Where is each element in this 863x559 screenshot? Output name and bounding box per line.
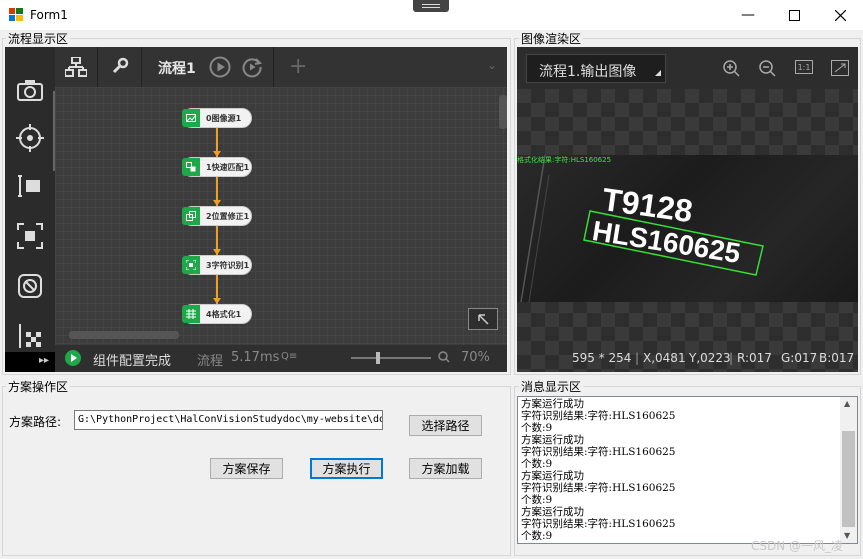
flow-group-label: 流程显示区 (6, 30, 71, 47)
dropdown-corner-icon (655, 70, 661, 76)
message-line: 方案运行成功 (521, 398, 584, 410)
message-line: 方案运行成功 (521, 470, 584, 482)
image-group-label: 图像渲染区 (519, 30, 584, 47)
tool-sidebar: ▸▸ (5, 47, 55, 372)
sidebar-footer: ▸▸ (5, 352, 55, 372)
target-icon[interactable] (13, 121, 47, 155)
node-image-source[interactable]: 0图像源1 (182, 108, 252, 128)
message-lines: 方案运行成功 字符识别结果:字符:HLS160625 个数:9 方案运行成功 字符识别结… (521, 398, 841, 542)
log-icon[interactable]: Q≡ (281, 351, 297, 362)
message-line: 字符识别结果:字符:HLS160625 (521, 482, 676, 494)
message-scrollbar[interactable]: ▲ ▼ (840, 397, 857, 543)
node-format[interactable]: 4格式化1 (182, 304, 252, 324)
image-toolbar: 流程1.输出图像 1:1 (517, 47, 858, 89)
zoom-out-icon[interactable] (759, 60, 777, 81)
wrench-icon[interactable] (111, 57, 129, 78)
flow-panel: ▸▸ 流程1 + ⌄ 0图像源1 1快速匹配1 2位置修正1 3字符识别1 4格… (5, 47, 507, 372)
pixel-g: G:017 (781, 351, 818, 365)
hierarchy-icon[interactable] (64, 56, 88, 80)
maximize-icon (788, 9, 800, 21)
checker-icon[interactable] (13, 319, 47, 353)
add-flow-icon[interactable]: + (289, 54, 307, 79)
node-fast-match[interactable]: 1快速匹配1 (182, 157, 252, 177)
arrow-upleft-icon (478, 314, 489, 325)
image-panel: 流程1.输出图像 1:1 格式化结果:字符:HLS160625 T9128 HL… (517, 47, 858, 372)
pixel-b: B:017 (819, 351, 855, 365)
flow-toolbar: 流程1 + ⌄ (55, 47, 507, 87)
expand-icon[interactable]: ▸▸ (39, 355, 49, 366)
status-flow-label: 流程 (197, 354, 224, 369)
overlay-result-text: 格式化结果:字符:HLS160625 (517, 156, 612, 164)
inspect-icon[interactable] (13, 269, 47, 303)
image-icon (182, 109, 200, 127)
close-button[interactable] (817, 0, 863, 30)
image-canvas[interactable]: 格式化结果:字符:HLS160625 T9128 HLS160625 (517, 89, 858, 372)
format-icon (182, 305, 200, 323)
drag-grip-icon[interactable] (413, 0, 449, 12)
scroll-down-icon[interactable]: ▼ (844, 531, 850, 540)
select-path-button[interactable]: 选择路径 (409, 415, 482, 436)
image-size: 595 * 254 (572, 351, 632, 365)
node-position-correct[interactable]: 2位置修正1 (182, 206, 252, 226)
window-title: Form1 (30, 8, 68, 22)
pixel-r: R:017 (737, 351, 772, 365)
close-icon (834, 9, 846, 21)
save-scheme-button[interactable]: 方案保存 (210, 458, 283, 479)
message-line: 字符识别结果:字符:HLS160625 (521, 410, 676, 422)
match-icon (182, 158, 200, 176)
image-source-select[interactable]: 流程1.输出图像 (526, 54, 666, 83)
play-icon[interactable] (209, 56, 231, 81)
maximize-button[interactable] (771, 0, 817, 30)
zoom-slider-thumb[interactable] (376, 352, 380, 364)
message-line: 方案运行成功 (521, 434, 584, 446)
message-line: 字符识别结果:字符:HLS160625 (521, 446, 676, 458)
canvas-hscrollbar[interactable] (69, 331, 179, 339)
run-status-icon[interactable] (65, 350, 81, 366)
tab-flow1[interactable]: 流程1 (158, 58, 196, 78)
app-icon (9, 8, 23, 21)
image-info-bar: 595 * 254 | X,0481 Y,0223 | R:017 G:017 … (572, 351, 855, 365)
load-scheme-button[interactable]: 方案加载 (409, 458, 482, 479)
message-line: 个数:9 (521, 458, 553, 470)
flow-canvas[interactable]: 0图像源1 1快速匹配1 2位置修正1 3字符识别1 4格式化1 (55, 87, 507, 345)
path-label: 方案路径: (9, 415, 62, 429)
camera-icon[interactable] (13, 73, 47, 107)
zoom-search-icon (438, 351, 450, 366)
minimap-button[interactable] (468, 308, 498, 330)
scroll-up-icon[interactable]: ▲ (844, 399, 850, 408)
status-time: 5.17ms (231, 350, 280, 365)
message-line: 字符识别结果:字符:HLS160625 (521, 518, 676, 530)
ocr-icon (182, 256, 200, 274)
message-log[interactable]: 方案运行成功 字符识别结果:字符:HLS160625 个数:9 方案运行成功 字符识别结… (517, 396, 858, 544)
node-char-recognize[interactable]: 3字符识别1 (182, 255, 252, 275)
loop-run-icon[interactable] (241, 56, 263, 81)
flow-status-bar: 组件配置完成 流程 5.17ms Q≡ 70% (55, 345, 507, 372)
minimize-button[interactable]: — (725, 0, 771, 30)
status-message: 组件配置完成 (93, 354, 172, 369)
title-bar: Form1 — (0, 0, 863, 30)
message-line: 个数:9 (521, 422, 553, 434)
cursor-y: Y,0223 (689, 351, 731, 365)
fit-window-icon[interactable] (831, 60, 849, 79)
correction-icon (182, 207, 200, 225)
message-line: 方案运行成功 (521, 506, 584, 518)
path-input[interactable]: G:\PythonProject\HalConVisionStudydoc\my… (74, 410, 383, 430)
cursor-x: X,0481 (643, 351, 686, 365)
measure-icon[interactable] (13, 169, 47, 203)
scroll-thumb[interactable] (842, 431, 855, 527)
watermark: CSDN @一风_凌 (750, 539, 843, 553)
actual-size-icon[interactable]: 1:1 (795, 60, 813, 74)
region-icon[interactable] (13, 219, 47, 253)
message-line: 个数:9 (521, 494, 553, 506)
chevron-down-icon[interactable]: ⌄ (487, 58, 497, 72)
rendered-image: 格式化结果:字符:HLS160625 T9128 HLS160625 (517, 155, 858, 302)
canvas-vscrollbar[interactable] (499, 95, 507, 129)
zoom-value: 70% (461, 350, 490, 365)
scheme-group-label: 方案操作区 (6, 378, 71, 395)
run-scheme-button[interactable]: 方案执行 (310, 458, 383, 479)
message-group-label: 消息显示区 (519, 378, 584, 395)
zoom-slider[interactable] (351, 357, 431, 359)
zoom-in-icon[interactable] (723, 60, 741, 81)
